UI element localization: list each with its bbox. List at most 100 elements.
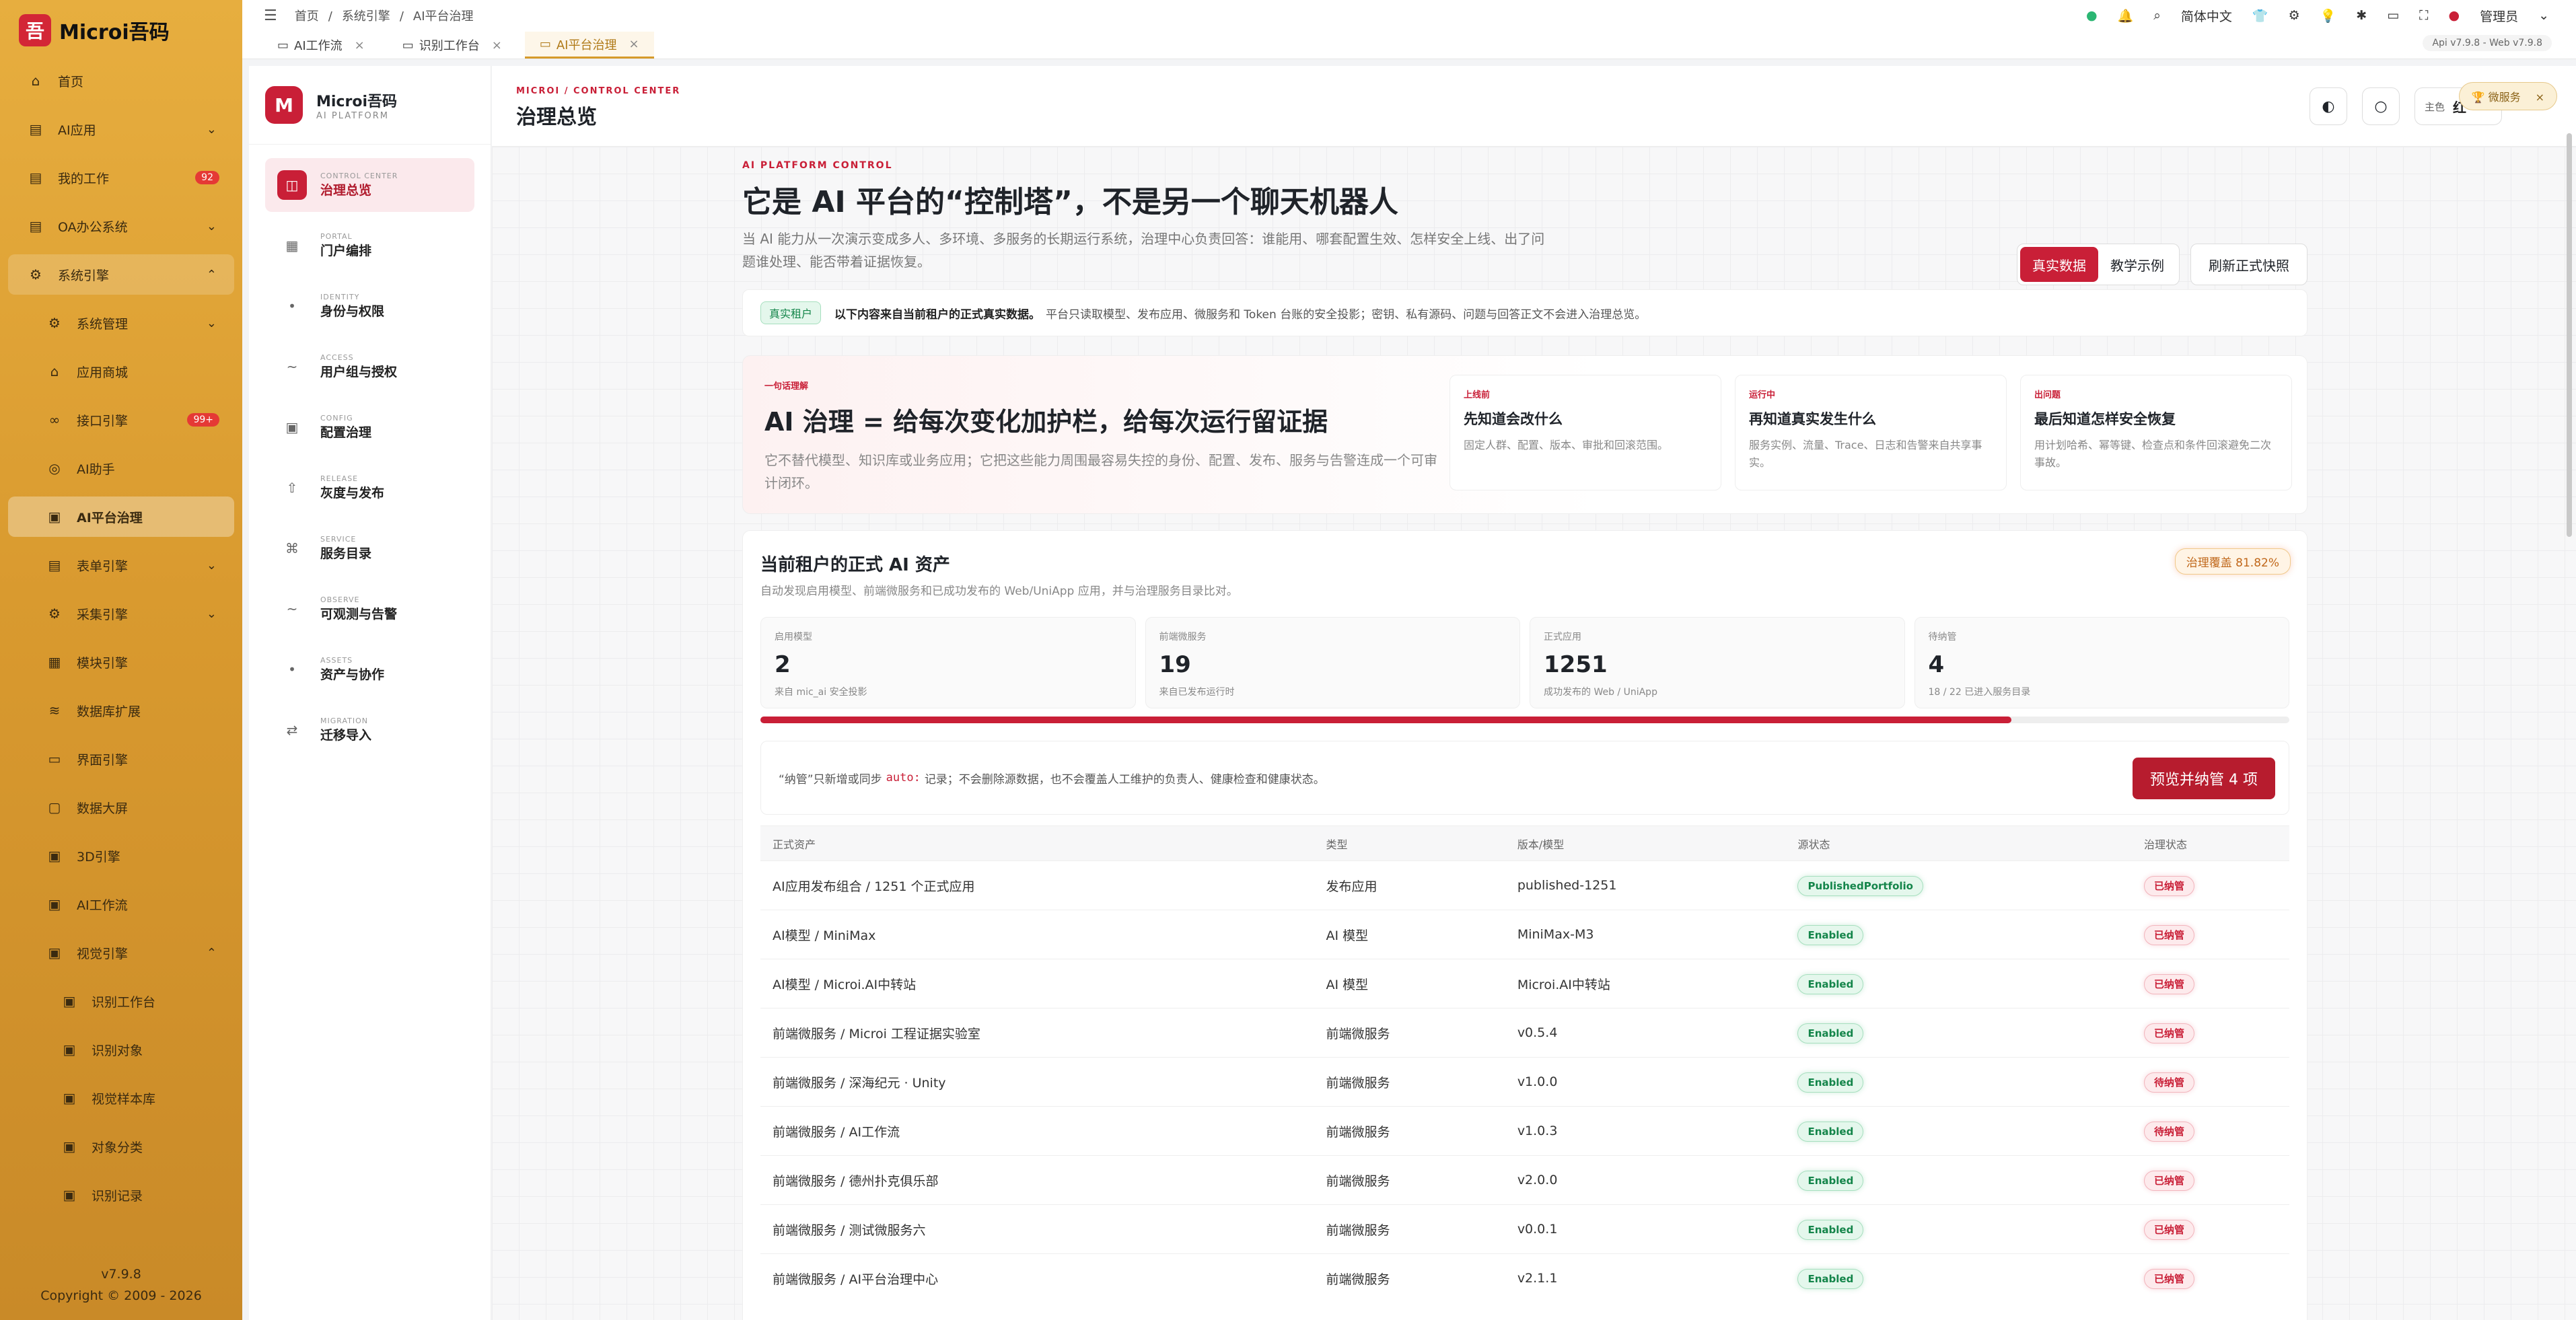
chevron-icon[interactable]: ⌄: [207, 219, 217, 233]
tab[interactable]: ▭ AI工作流 ×: [262, 32, 380, 59]
app-logo[interactable]: 吾 Microi吾码: [0, 0, 242, 61]
sliders-icon[interactable]: ⚙: [2289, 8, 2300, 23]
governance-nav-item[interactable]: ▣ CONFIG 配置治理: [265, 400, 474, 454]
demo-data-button[interactable]: 教学示例: [2098, 247, 2176, 282]
stat-sub: 来自已发布运行时: [1159, 687, 1235, 698]
app-version: v7.9.8: [101, 1267, 141, 1282]
bell-icon[interactable]: 🔔: [2118, 8, 2134, 24]
refresh-snapshot-button[interactable]: 刷新正式快照: [2190, 244, 2307, 285]
preview-import-button[interactable]: 预览并纳管 4 项: [2133, 758, 2275, 799]
nav-en-label: PORTAL: [320, 232, 353, 241]
sidebar-item[interactable]: ▣ 识别记录: [8, 1175, 234, 1215]
nav-cn-label: 资产与协作: [320, 667, 385, 682]
table-row[interactable]: 前端微服务 / AI平台治理中心 前端微服务 v2.1.1 Enabled 已纳管: [760, 1253, 2289, 1303]
breadcrumb-item[interactable]: AI平台治理: [413, 9, 474, 24]
panel-icon: ◫: [277, 170, 307, 200]
governance-nav-item[interactable]: ◫ CONTROL CENTER 治理总览: [265, 158, 474, 212]
bluetooth-icon[interactable]: ✱: [2356, 8, 2367, 23]
bulb-icon[interactable]: 💡: [2320, 8, 2336, 24]
sidebar-item[interactable]: ▣ 视觉引擎 ⌃: [8, 932, 234, 973]
governance-nav-item[interactable]: ~ OBSERVE 可观测与告警: [265, 582, 474, 636]
type-cell: 前端微服务: [1314, 1106, 1505, 1156]
table-row[interactable]: 前端微服务 / AI工作流 前端微服务 v1.0.3 Enabled 待纳管: [760, 1106, 2289, 1156]
source-status-cell: Enabled: [1785, 1057, 2132, 1107]
chevron-icon[interactable]: ⌄: [207, 122, 217, 137]
sidebar-item[interactable]: ▣ 识别对象: [8, 1029, 234, 1070]
sidebar-item[interactable]: ▣ 识别工作台: [8, 981, 234, 1021]
tab-icon: ▭: [402, 38, 414, 52]
sidebar-item[interactable]: ⌂ 首页: [8, 61, 234, 101]
sidebar-item[interactable]: ▦ 模块引擎: [8, 642, 234, 682]
governance-nav-item[interactable]: ▦ PORTAL 门户编排: [265, 219, 474, 272]
tab-close-icon[interactable]: ×: [355, 38, 365, 52]
real-data-button[interactable]: 真实数据: [2020, 247, 2098, 282]
circle-toggle-button[interactable]: ○: [2362, 87, 2400, 125]
tab[interactable]: ▭ 识别工作台 ×: [388, 32, 517, 59]
chevron-icon[interactable]: ⌄: [207, 607, 217, 621]
table-row[interactable]: AI模型 / MiniMax AI 模型 MiniMax-M3 Enabled 已纳管: [760, 910, 2289, 959]
governance-nav-item[interactable]: • ASSETS 资产与协作: [265, 643, 474, 696]
sidebar-item[interactable]: ⌂ 应用商城: [8, 351, 234, 392]
governance-nav-item[interactable]: ⇧ RELEASE 灰度与发布: [265, 461, 474, 515]
sidebar-item[interactable]: ≋ 数据库扩展: [8, 690, 234, 731]
chat-icon[interactable]: ●: [2086, 8, 2098, 23]
table-row[interactable]: 前端微服务 / 德州扑克俱乐部 前端微服务 v2.0.0 Enabled 已纳管: [760, 1155, 2289, 1205]
governance-status-badge: 已纳管: [2143, 1220, 2194, 1240]
sidebar-item[interactable]: ▭ 界面引擎: [8, 739, 234, 779]
microservice-chip[interactable]: 🏆 微服务 ×: [2458, 82, 2557, 110]
scrollbar[interactable]: [2567, 133, 2573, 1320]
monitor-icon: ▢: [48, 799, 61, 815]
breadcrumb-item[interactable]: 首页: [295, 9, 319, 24]
governance-nav-item[interactable]: • IDENTITY 身份与权限: [265, 279, 474, 333]
sidebar-item[interactable]: ▣ AI平台治理: [8, 497, 234, 537]
sidebar-item[interactable]: ∞ 接口引擎 99+: [8, 400, 234, 440]
chevron-icon[interactable]: ⌃: [207, 946, 217, 960]
table-row[interactable]: 前端微服务 / 测试微服务六 前端微服务 v0.0.1 Enabled 已纳管: [760, 1204, 2289, 1254]
chevron-icon[interactable]: ⌄: [207, 558, 217, 573]
tab-close-icon[interactable]: ×: [492, 38, 502, 52]
sidebar-item[interactable]: ◎ AI助手: [8, 448, 234, 488]
language-select[interactable]: 简体中文: [2181, 7, 2232, 25]
nav-cn-label: 灰度与发布: [320, 486, 385, 501]
table-row[interactable]: AI应用发布组合 / 1251 个正式应用 发布应用 published-1251 P…: [760, 860, 2289, 910]
sidebar-item[interactable]: ▤ 我的工作 92: [8, 157, 234, 198]
shirt-icon[interactable]: 👕: [2252, 8, 2268, 24]
scrollbar-thumb[interactable]: [2567, 133, 2572, 537]
fullscreen-icon[interactable]: ⛶: [2419, 8, 2428, 23]
user-avatar[interactable]: ●: [2448, 8, 2460, 23]
search-icon[interactable]: ⌕: [2153, 8, 2161, 23]
sidebar-item[interactable]: ⚙ 系统管理 ⌄: [8, 303, 234, 343]
sidebar-item[interactable]: ▣ 视觉样本库: [8, 1078, 234, 1118]
contrast-toggle-button[interactable]: ◐: [2310, 87, 2347, 125]
table-row[interactable]: 前端微服务 / 深海纪元 · Unity 前端微服务 v1.0.0 Enabled 待纳…: [760, 1057, 2289, 1107]
sidebar-item[interactable]: ⚙ 采集引擎 ⌄: [8, 593, 234, 634]
sidebar-item[interactable]: ▤ 表单引擎 ⌄: [8, 545, 234, 585]
user-name[interactable]: 管理员: [2480, 7, 2518, 25]
sidebar-item[interactable]: ▣ 3D引擎: [8, 836, 234, 876]
chevron-icon[interactable]: ⌄: [207, 316, 217, 330]
monitor-icon[interactable]: ▭: [2387, 8, 2399, 23]
chevron-down-icon[interactable]: ⌄: [2538, 8, 2549, 23]
table-row[interactable]: 前端微服务 / Microi 工程证据实验室 前端微服务 v0.5.4 Enabled…: [760, 1008, 2289, 1058]
tab[interactable]: ▭ AI平台治理 ×: [524, 32, 654, 59]
close-icon[interactable]: ×: [2536, 91, 2544, 104]
sidebar-item[interactable]: ▣ 对象分类: [8, 1126, 234, 1167]
sidebar-item[interactable]: ▣ AI工作流: [8, 884, 234, 924]
table-row[interactable]: AI模型 / Microi.AI中转站 AI 模型 Microi.AI中转站 Enab…: [760, 959, 2289, 1009]
chevron-icon[interactable]: ⌃: [207, 268, 217, 282]
sidebar-item[interactable]: ▢ 数据大屏: [8, 787, 234, 828]
sidebar-item[interactable]: ⚙ 系统引擎 ⌃: [8, 254, 234, 295]
governance-nav-item[interactable]: ⌘ SERVICE 服务目录: [265, 521, 474, 575]
breadcrumb-item[interactable]: 系统引擎: [342, 9, 390, 24]
nav-en-label: OBSERVE: [320, 595, 360, 604]
governance-nav-item[interactable]: ⇄ MIGRATION 迁移导入: [265, 703, 474, 757]
step-desc: 固定人群、配置、版本、审批和回滚范围。: [1464, 439, 1669, 451]
tab-close-icon[interactable]: ×: [629, 37, 639, 51]
step-card: 出问题 最后知道怎样安全恢复 用计划哈希、幂等键、检查点和条件回滚避免二次事故。: [2020, 375, 2292, 490]
menu-toggle-icon[interactable]: ☰: [264, 7, 277, 24]
governance-nav-item[interactable]: ~ ACCESS 用户组与授权: [265, 340, 474, 394]
sidebar-item[interactable]: ▤ OA办公系统 ⌄: [8, 206, 234, 246]
tilde-icon: ~: [286, 359, 298, 375]
sidebar-item[interactable]: ▤ AI应用 ⌄: [8, 109, 234, 149]
stat-value: 4: [1928, 651, 1945, 678]
